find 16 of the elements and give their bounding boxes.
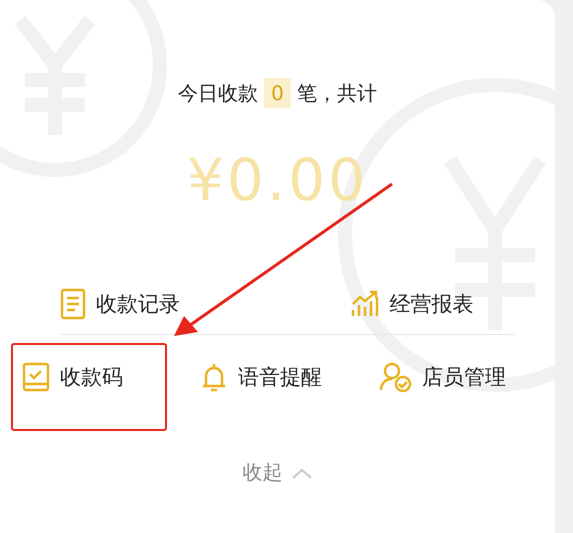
- collapse-button[interactable]: 收起: [0, 459, 555, 486]
- growth-chart-icon: [350, 289, 380, 319]
- chevron-up-icon: [290, 466, 312, 478]
- amount-total: ¥0.00: [186, 146, 370, 214]
- staff-action[interactable]: 店员管理: [378, 361, 555, 393]
- summary-label: 今日收款: [178, 80, 258, 106]
- bell-icon: [200, 361, 228, 393]
- summary-label: 笔，共计: [296, 80, 377, 106]
- staff-check-icon: [378, 361, 412, 393]
- document-icon: [60, 288, 86, 320]
- record-action[interactable]: 收款记录: [60, 288, 288, 320]
- bell-action[interactable]: 语音提醒: [200, 361, 378, 393]
- qrcode-action[interactable]: 收款码: [22, 362, 200, 392]
- count-badge: 0: [264, 78, 291, 108]
- checked-book-icon: [22, 362, 50, 392]
- report-action[interactable]: 经营报表: [350, 289, 515, 319]
